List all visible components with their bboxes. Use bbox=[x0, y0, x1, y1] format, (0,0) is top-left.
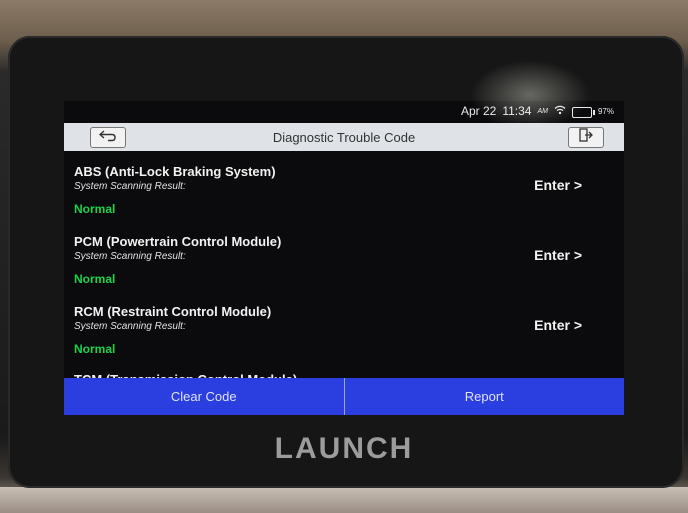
status-right: Apr 22 11:34 AM 97% bbox=[461, 104, 614, 118]
title-bar: Diagnostic Trouble Code bbox=[64, 123, 624, 151]
scan-status: Normal bbox=[74, 342, 116, 356]
clear-code-button[interactable]: Clear Code bbox=[64, 378, 344, 415]
scan-status: Normal bbox=[74, 202, 116, 216]
wifi-icon bbox=[554, 105, 566, 118]
enter-button[interactable]: Enter > bbox=[534, 317, 582, 333]
page-title: Diagnostic Trouble Code bbox=[272, 129, 416, 145]
report-button[interactable]: Report bbox=[343, 378, 624, 415]
exit-icon bbox=[579, 128, 593, 147]
back-arrow-icon bbox=[98, 129, 117, 147]
status-bar: Apr 22 11:34 AM 97% bbox=[64, 101, 624, 121]
battery-icon bbox=[571, 106, 595, 118]
action-bar: Clear Code Report bbox=[64, 378, 624, 415]
list-item[interactable]: PCM (Powertrain Control Module) System S… bbox=[64, 229, 624, 299]
list-item[interactable]: ABS (Anti-Lock Braking System) System Sc… bbox=[64, 159, 624, 229]
enter-button[interactable]: Enter > bbox=[534, 247, 582, 263]
status-date: Apr 22 bbox=[460, 104, 497, 118]
system-name: ABS (Anti-Lock Braking System) bbox=[74, 164, 276, 179]
system-list: ABS (Anti-Lock Braking System) System Sc… bbox=[64, 159, 624, 369]
enter-button[interactable]: Enter > bbox=[534, 177, 582, 193]
battery-percent: 97% bbox=[597, 106, 614, 116]
brand-logo: LAUNCH bbox=[274, 432, 414, 465]
system-name: PCM (Powertrain Control Module) bbox=[74, 234, 282, 249]
status-ampm: AM bbox=[537, 107, 548, 115]
status-time: 11:34 bbox=[502, 104, 532, 118]
scan-result-label: System Scanning Result: bbox=[74, 181, 186, 192]
scan-result-label: System Scanning Result: bbox=[74, 251, 186, 262]
scan-status: Normal bbox=[74, 272, 116, 286]
exit-button[interactable] bbox=[568, 127, 604, 148]
system-name: RCM (Restraint Control Module) bbox=[74, 304, 272, 319]
screen: Apr 22 11:34 AM 97% Diagnostic Trouble C… bbox=[64, 101, 624, 415]
table-surface bbox=[0, 487, 688, 513]
list-item[interactable]: RCM (Restraint Control Module) System Sc… bbox=[64, 299, 624, 369]
back-button[interactable] bbox=[90, 127, 126, 148]
scan-result-label: System Scanning Result: bbox=[74, 321, 186, 332]
